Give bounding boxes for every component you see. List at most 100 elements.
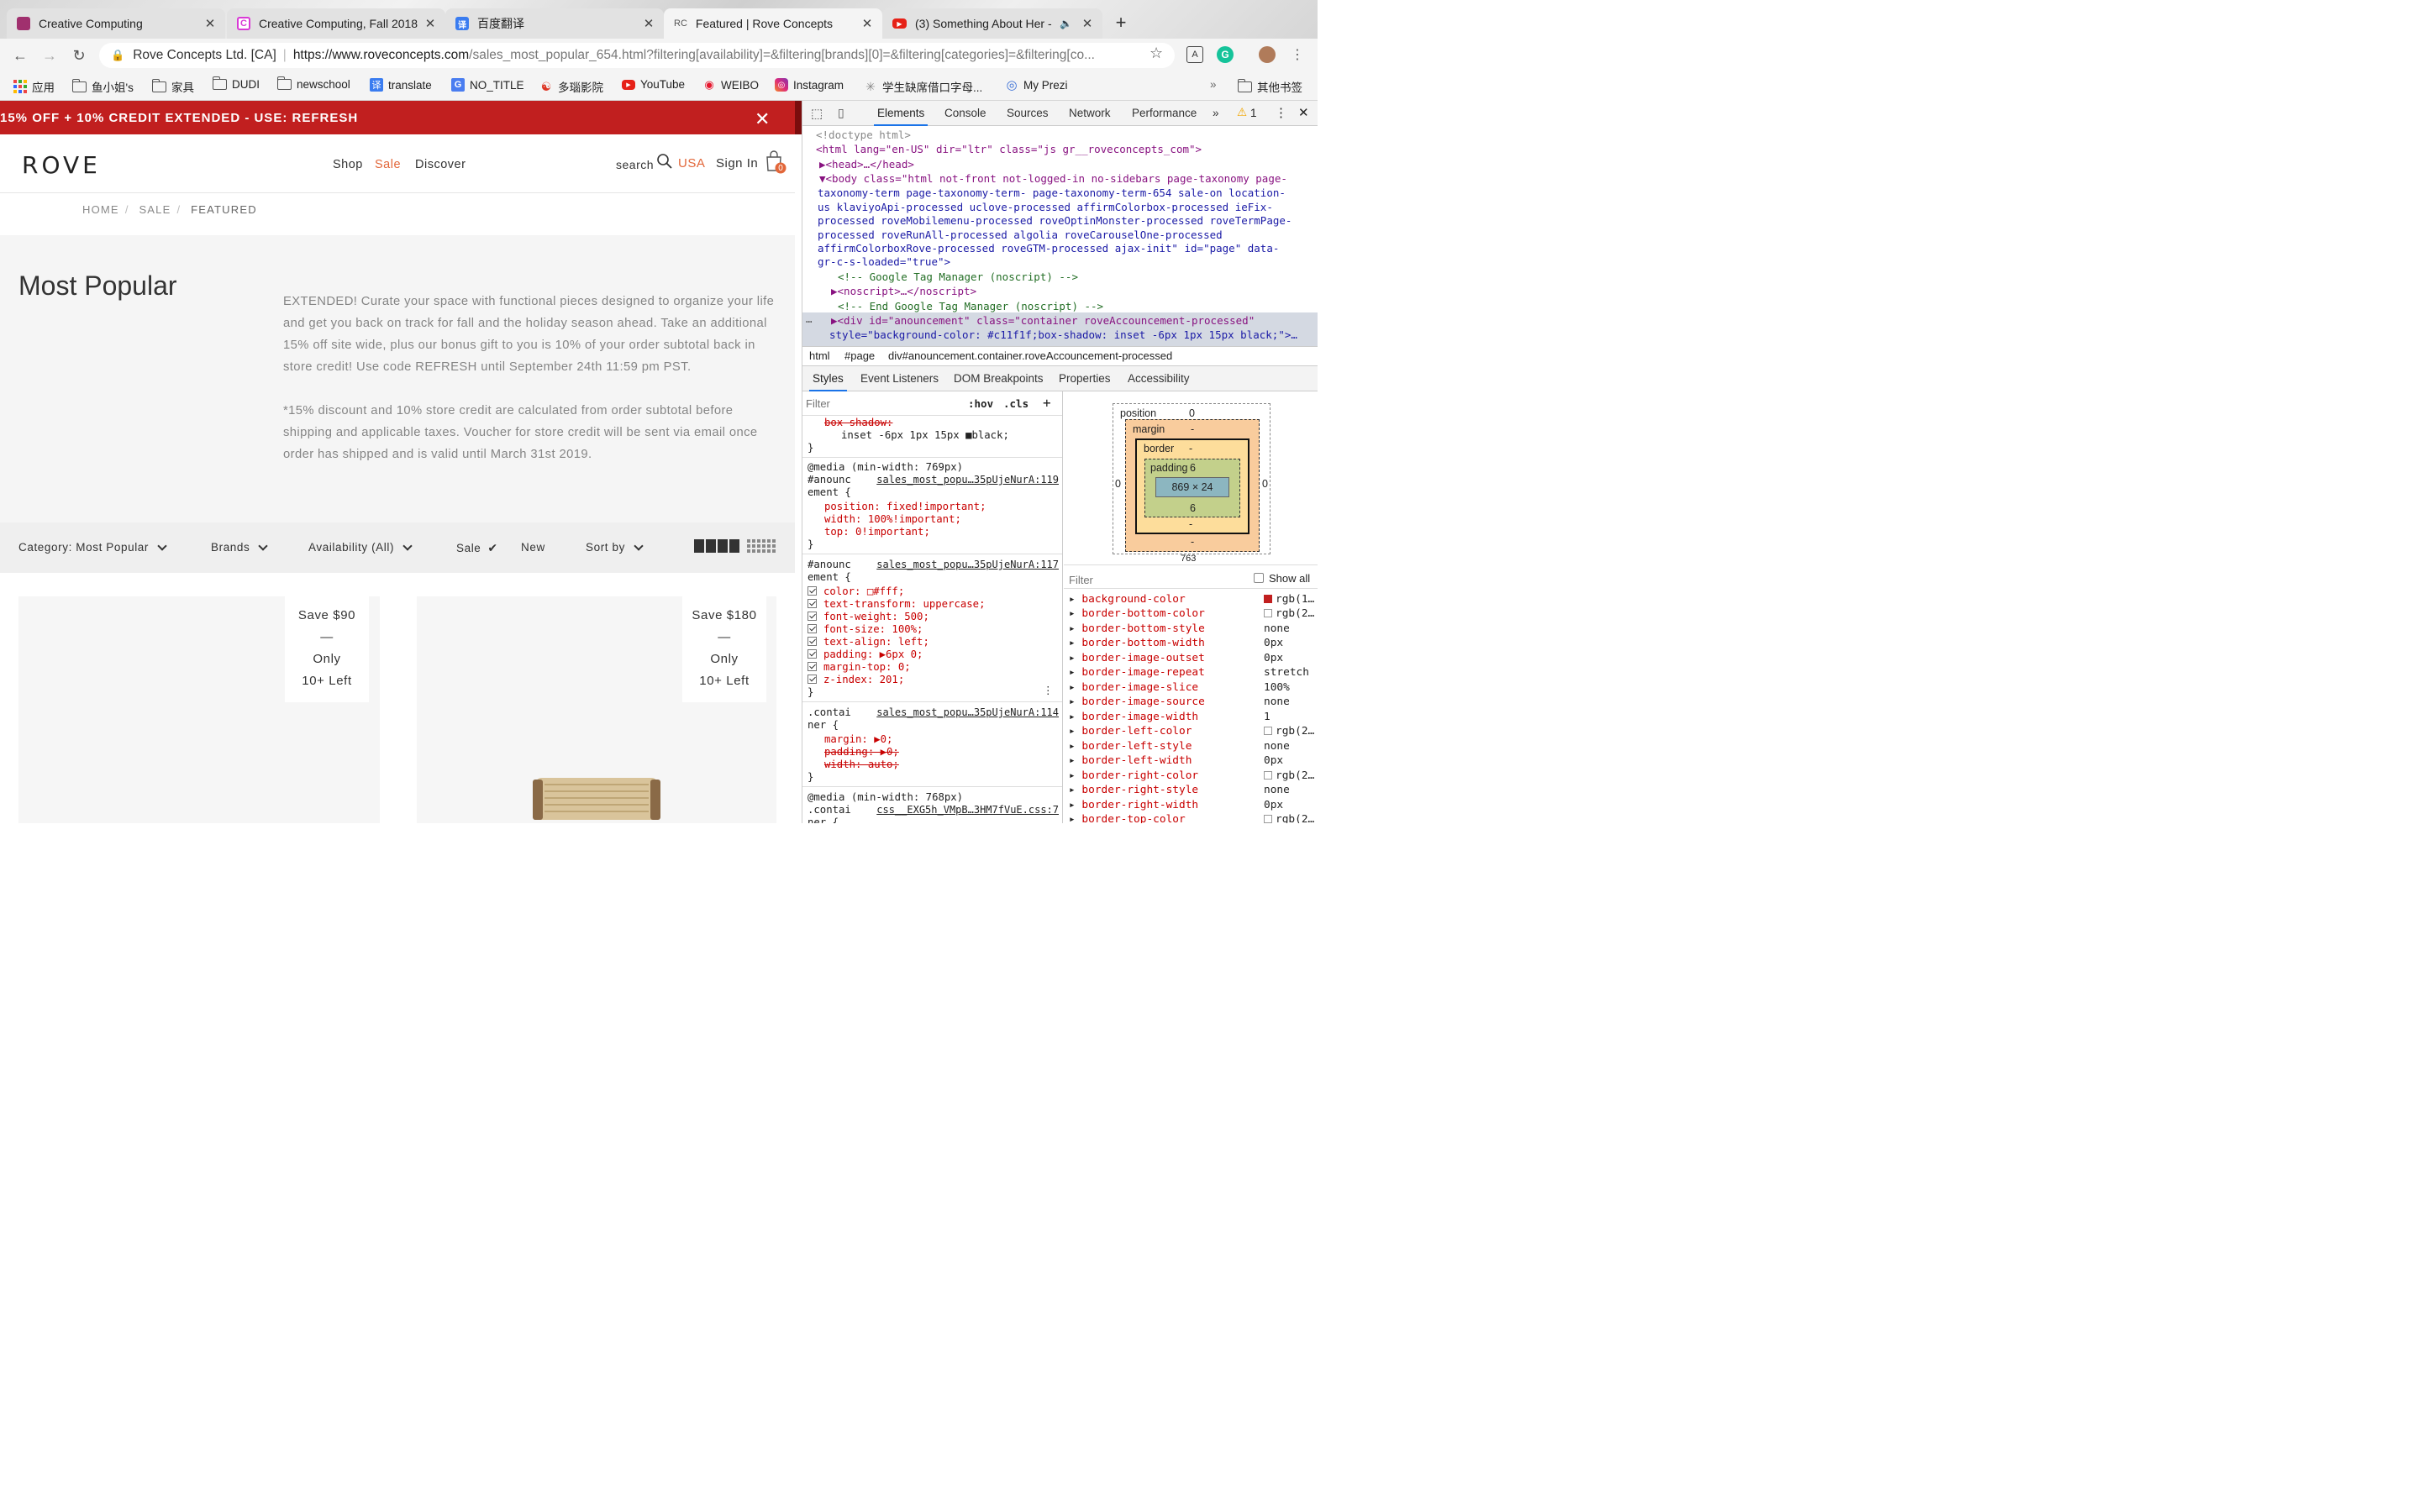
more-tabs-button[interactable]: » bbox=[1213, 107, 1219, 119]
bookmark-folder[interactable]: 家具 bbox=[151, 78, 194, 95]
expand-arrow-icon[interactable]: ▸ bbox=[1069, 652, 1081, 664]
dom-comment[interactable]: <!-- Google Tag Manager (noscript) --> bbox=[802, 270, 1318, 284]
browser-tab[interactable]: C Creative Computing, Fall 2018 ✕ bbox=[227, 8, 445, 39]
expand-arrow-icon[interactable]: ▸ bbox=[1069, 754, 1081, 767]
browser-tab[interactable]: Creative Computing ✕ bbox=[7, 8, 225, 39]
style-declaration[interactable]: color: □#fff; bbox=[808, 585, 1060, 598]
tab-console[interactable]: Console bbox=[944, 107, 986, 119]
tab-network[interactable]: Network bbox=[1069, 107, 1111, 119]
computed-property[interactable]: ▸ border-left-style none bbox=[1069, 739, 1318, 754]
dom-line[interactable]: ▶<noscript>…</noscript> bbox=[802, 284, 1318, 298]
style-declaration[interactable]: padding: ▶0; bbox=[824, 746, 1062, 759]
search-icon[interactable] bbox=[656, 153, 673, 170]
brands-filter-dropdown[interactable]: Brands bbox=[211, 540, 269, 554]
expand-arrow-icon[interactable]: ▸ bbox=[1069, 725, 1081, 738]
style-declaration[interactable]: width: 100%!important; bbox=[824, 513, 1062, 526]
style-declaration[interactable]: position: fixed!important; bbox=[824, 501, 1062, 513]
expand-arrow-icon[interactable]: ▸ bbox=[1069, 666, 1081, 679]
rule-source-link[interactable]: sales_most_popu…35pUjeNurA:117 bbox=[876, 559, 1059, 570]
crumb-anouncement[interactable]: div#anouncement.container.roveAccounceme… bbox=[888, 347, 1172, 365]
new-tab-button[interactable]: + bbox=[1109, 11, 1133, 34]
expand-arrow-icon[interactable]: ▸ bbox=[1069, 711, 1081, 723]
sale-filter-toggle[interactable]: Sale ✔ bbox=[456, 541, 498, 555]
bookmark-my-prezi[interactable]: ◎ My Prezi bbox=[1005, 78, 1067, 92]
new-style-rule-icon[interactable]: + bbox=[1043, 395, 1051, 411]
bookmark-star-icon[interactable]: ☆ bbox=[1150, 45, 1163, 62]
style-declaration[interactable]: padding: ▶6px 0; bbox=[808, 648, 1060, 661]
expand-arrow-icon[interactable]: ▸ bbox=[1069, 784, 1081, 796]
close-tab-icon[interactable]: ✕ bbox=[860, 16, 874, 31]
forward-arrow-icon[interactable]: → bbox=[39, 45, 60, 66]
bookmark-duonao[interactable]: ☯ 多瑙影院 bbox=[539, 78, 603, 95]
bookmark-folder[interactable]: DUDI bbox=[212, 76, 260, 91]
checkbox-icon[interactable] bbox=[808, 586, 817, 596]
expand-arrow-icon[interactable]: ▸ bbox=[1069, 799, 1081, 811]
checkbox-icon[interactable] bbox=[808, 637, 817, 646]
dom-line[interactable]: <!doctype html> bbox=[802, 128, 1318, 142]
computed-property[interactable]: ▸ border-left-color rgb(2… bbox=[1069, 724, 1318, 739]
menu-kebab-icon[interactable]: ⋮ bbox=[1289, 46, 1306, 63]
nav-discover[interactable]: Discover bbox=[415, 158, 466, 171]
availability-filter-dropdown[interactable]: Availability (All) bbox=[308, 540, 413, 554]
box-padding[interactable]: padding 6 6 869 × 24 bbox=[1144, 459, 1240, 517]
category-filter-dropdown[interactable]: Category: Most Popular bbox=[18, 540, 167, 554]
expand-arrow-icon[interactable]: ▸ bbox=[1069, 637, 1081, 649]
style-declaration[interactable]: width: auto; bbox=[824, 759, 1062, 771]
close-announcement-icon[interactable]: ✕ bbox=[755, 108, 771, 130]
other-bookmarks-folder[interactable]: 其他书签 bbox=[1237, 78, 1302, 95]
warning-icon[interactable]: ⚠ bbox=[1237, 106, 1247, 119]
expand-arrow-icon[interactable]: ▸ bbox=[1069, 813, 1081, 823]
rule-source-link[interactable]: sales_most_popu…35pUjeNurA:119 bbox=[876, 474, 1059, 486]
computed-property[interactable]: ▸ border-bottom-width 0px bbox=[1069, 636, 1318, 651]
speaker-icon[interactable]: 🔈 bbox=[1060, 18, 1072, 29]
bookmark-folder[interactable]: 鱼小姐's bbox=[71, 78, 134, 95]
address-bar[interactable]: 🔒 Rove Concepts Ltd. [CA] | https://www.… bbox=[99, 43, 1175, 68]
computed-property[interactable]: ▸ border-bottom-color rgb(2… bbox=[1069, 606, 1318, 622]
breadcrumb-sale[interactable]: SALE bbox=[139, 203, 171, 216]
rove-logo[interactable]: ROVE bbox=[22, 151, 101, 179]
node-actions-ellipsis-icon[interactable]: … bbox=[806, 312, 813, 325]
class-toggle[interactable]: .cls bbox=[1003, 397, 1028, 410]
reload-icon[interactable]: ↻ bbox=[69, 45, 89, 66]
box-margin[interactable]: margin - - border - - padding 6 6 869 × … bbox=[1125, 419, 1260, 552]
profile-avatar[interactable] bbox=[1259, 46, 1276, 63]
crumb-html[interactable]: html bbox=[809, 347, 830, 365]
grammarly-extension-icon[interactable]: G bbox=[1217, 46, 1234, 63]
dom-comment[interactable]: <!-- End Google Tag Manager (noscript) -… bbox=[802, 299, 1318, 313]
devtools-menu-icon[interactable]: ⋮ bbox=[1275, 105, 1287, 120]
computed-property[interactable]: ▸ border-image-width 1 bbox=[1069, 710, 1318, 725]
style-declaration[interactable]: font-weight: 500; bbox=[808, 611, 1060, 623]
hover-state-toggle[interactable]: :hov bbox=[968, 397, 993, 410]
style-declaration[interactable]: margin: ▶0; bbox=[824, 733, 1062, 746]
styles-filter-input[interactable] bbox=[806, 395, 957, 412]
computed-property[interactable]: ▸ border-image-repeat stretch bbox=[1069, 665, 1318, 680]
sort-by-dropdown[interactable]: Sort by bbox=[586, 540, 644, 554]
computed-property[interactable]: ▸ border-image-outset 0px bbox=[1069, 651, 1318, 666]
dom-line[interactable]: ▶<head>…</head> bbox=[802, 157, 1318, 171]
back-arrow-icon[interactable]: ← bbox=[10, 45, 30, 66]
nav-sale[interactable]: Sale bbox=[375, 158, 401, 171]
subtab-styles[interactable]: Styles bbox=[809, 372, 847, 391]
style-declaration[interactable]: font-size: 100%; bbox=[808, 623, 1060, 636]
bookmark-apps[interactable]: 应用 bbox=[13, 78, 55, 95]
browser-tab-active[interactable]: RC Featured | Rove Concepts ✕ bbox=[664, 8, 882, 39]
checkbox-icon[interactable] bbox=[808, 662, 817, 671]
expand-arrow-icon[interactable]: ▸ bbox=[1069, 622, 1081, 635]
bookmark-weibo[interactable]: ◉ WEIBO bbox=[702, 78, 759, 92]
expand-arrow-icon[interactable]: ▸ bbox=[1069, 740, 1081, 753]
new-filter-toggle[interactable]: New bbox=[521, 541, 545, 554]
checkbox-icon[interactable] bbox=[808, 599, 817, 608]
device-toolbar-icon[interactable]: ▯ bbox=[838, 106, 844, 120]
bookmark-instagram[interactable]: ◎ Instagram bbox=[775, 78, 844, 92]
expand-arrow-icon[interactable]: ▸ bbox=[1069, 769, 1081, 782]
computed-property[interactable]: ▸ border-left-width 0px bbox=[1069, 753, 1318, 769]
product-card[interactable]: Save $180 — Only 10+ Left bbox=[417, 596, 776, 823]
dom-line[interactable]: <html lang="en-US" dir="ltr" class="js g… bbox=[802, 142, 1318, 156]
computed-property[interactable]: ▸ border-bottom-style none bbox=[1069, 622, 1318, 637]
computed-property[interactable]: ▸ border-image-source none bbox=[1069, 695, 1318, 710]
computed-property[interactable]: ▸ border-image-slice 100% bbox=[1069, 680, 1318, 696]
breadcrumb-home[interactable]: HOME bbox=[82, 203, 119, 216]
bookmarks-more-button[interactable]: » bbox=[1210, 78, 1217, 91]
close-tab-icon[interactable]: ✕ bbox=[203, 16, 217, 31]
expand-arrow-icon[interactable]: ▸ bbox=[1069, 681, 1081, 694]
